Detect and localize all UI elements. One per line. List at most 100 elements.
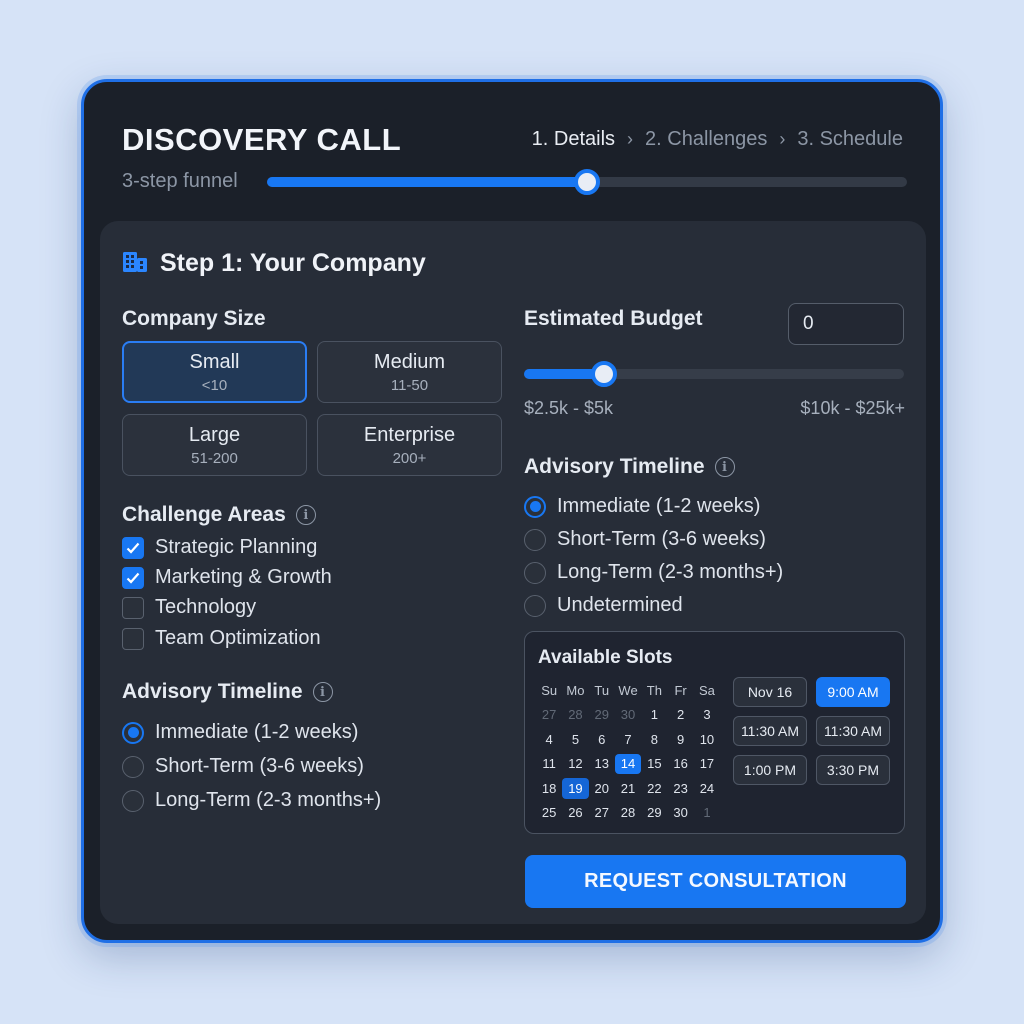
calendar-day[interactable]: 11	[536, 754, 562, 775]
size-option-medium[interactable]: Medium 11-50	[317, 341, 502, 403]
calendar-day[interactable]: 9	[667, 729, 693, 750]
radio-long-term[interactable]: Long-Term (2-3 months+)	[122, 789, 381, 812]
discovery-call-card: DISCOVERY CALL 3-step funnel 1. Details …	[81, 79, 943, 943]
checkbox-checked[interactable]	[122, 536, 144, 559]
calendar-day[interactable]: 17	[694, 754, 720, 775]
available-slots-title: Available Slots	[538, 647, 673, 668]
radio-selected[interactable]	[122, 721, 144, 744]
calendar-day[interactable]: 8	[641, 729, 667, 750]
budget-input[interactable]	[788, 303, 904, 345]
slot-time-button[interactable]: 11:30 AM	[816, 716, 890, 746]
calendar-day[interactable]: 30	[615, 705, 641, 726]
advisory-timeline-label: Advisory Timeline i	[524, 455, 735, 479]
radio-label: Immediate (1-2 weeks)	[557, 495, 761, 517]
slot-time-button[interactable]: 9:00 AM	[816, 677, 890, 707]
calendar-day[interactable]: 24	[694, 778, 720, 799]
calendar-day[interactable]: 16	[667, 754, 693, 775]
slot-date-button[interactable]: Nov 16	[733, 677, 807, 707]
company-size-label: Company Size	[122, 307, 266, 331]
advisory-timeline-label-text: Advisory Timeline	[122, 680, 303, 703]
weekday-header: Fr	[674, 682, 687, 698]
checkbox-unchecked[interactable]	[122, 627, 144, 650]
checkbox-label: Strategic Planning	[155, 536, 318, 558]
calendar-day[interactable]: 13	[589, 754, 615, 775]
calendar-day[interactable]: 7	[615, 729, 641, 750]
calendar-day[interactable]: 27	[589, 803, 615, 824]
step-breadcrumb: 1. Details › 2. Challenges › 3. Schedule	[532, 128, 903, 151]
size-option-range: 11-50	[390, 376, 429, 394]
calendar-day[interactable]: 6	[589, 729, 615, 750]
checkbox-team-optimization[interactable]: Team Optimization	[122, 627, 321, 650]
calendar-day[interactable]: 26	[562, 803, 588, 824]
budget-slider[interactable]	[524, 361, 904, 387]
calendar-day[interactable]: 29	[589, 705, 615, 726]
size-option-large[interactable]: Large 51-200	[122, 414, 307, 476]
panel-header: Step 1: Your Company	[122, 249, 426, 278]
radio-unselected[interactable]	[524, 528, 546, 551]
calendar-day[interactable]: 20	[589, 778, 615, 799]
calendar-day[interactable]: 28	[562, 705, 588, 726]
size-option-enterprise[interactable]: Enterprise 200+	[317, 414, 502, 476]
calendar-day[interactable]: 5	[562, 729, 588, 750]
slot-time-button[interactable]: 3:30 PM	[816, 755, 890, 785]
calendar-day[interactable]: 1	[694, 803, 720, 824]
calendar-day[interactable]: 4	[536, 729, 562, 750]
page-title: DISCOVERY CALL	[122, 122, 402, 157]
weekday-header: Su	[541, 682, 558, 698]
calendar-day[interactable]: 2	[667, 705, 693, 726]
radio-short-term[interactable]: Short-Term (3-6 weeks)	[122, 755, 364, 778]
step-challenges[interactable]: 2. Challenges	[645, 128, 767, 151]
slot-time-button[interactable]: 11:30 AM	[733, 716, 807, 746]
size-option-range: 51-200	[191, 449, 238, 467]
progress-handle[interactable]	[574, 169, 600, 195]
calendar-day[interactable]: 19	[562, 778, 589, 799]
request-consultation-button[interactable]: REQUEST CONSULTATION	[525, 855, 906, 908]
progress-fill	[267, 177, 587, 187]
info-icon[interactable]: i	[714, 457, 735, 477]
calendar-day[interactable]: 14	[614, 753, 642, 774]
radio-selected[interactable]	[524, 495, 546, 518]
calendar-grid: Su Mo Tu We Th Fr Sa 27 28 29 30 1 2 3 4 5 6 7 8 9 10 11 12 13 1…	[536, 680, 722, 823]
info-icon[interactable]: i	[312, 682, 333, 702]
step-schedule[interactable]: 3. Schedule	[797, 128, 903, 151]
calendar-day[interactable]: 18	[536, 778, 562, 799]
radio-unselected[interactable]	[524, 561, 546, 584]
calendar-day[interactable]: 25	[536, 803, 562, 824]
calendar-day[interactable]: 27	[536, 705, 562, 726]
radio-immediate[interactable]: Immediate (1-2 weeks)	[122, 721, 358, 744]
radio-long-term[interactable]: Long-Term (2-3 months+)	[524, 561, 783, 584]
checkbox-technology[interactable]: Technology	[122, 596, 256, 619]
calendar-day[interactable]: 28	[615, 803, 641, 824]
checkbox-checked[interactable]	[122, 566, 144, 589]
calendar-day[interactable]: 21	[615, 778, 641, 799]
info-icon[interactable]: i	[295, 505, 316, 525]
checkbox-unchecked[interactable]	[122, 596, 144, 619]
checkbox-strategic-planning[interactable]: Strategic Planning	[122, 536, 317, 559]
calendar: Su Mo Tu We Th Fr Sa 27 28 29 30 1 2 3 4 5 6 7 8 9 10 11 12 13 1…	[536, 680, 722, 823]
radio-short-term[interactable]: Short-Term (3-6 weeks)	[524, 528, 766, 551]
radio-unselected[interactable]	[122, 755, 144, 778]
calendar-day[interactable]: 30	[667, 803, 693, 824]
calendar-day[interactable]: 15	[641, 754, 667, 775]
checkbox-label: Team Optimization	[155, 627, 321, 649]
checkbox-marketing-growth[interactable]: Marketing & Growth	[122, 566, 332, 589]
calendar-day[interactable]: 10	[694, 729, 720, 750]
radio-unselected[interactable]	[122, 789, 144, 812]
radio-immediate[interactable]: Immediate (1-2 weeks)	[524, 495, 760, 518]
calendar-day[interactable]: 12	[562, 754, 588, 775]
slot-time-button[interactable]: 1:00 PM	[733, 755, 807, 785]
size-option-name: Medium	[373, 350, 446, 373]
calendar-day[interactable]: 22	[641, 778, 667, 799]
radio-undetermined[interactable]: Undetermined	[524, 594, 683, 617]
calendar-day[interactable]: 1	[641, 705, 667, 726]
radio-unselected[interactable]	[524, 594, 546, 617]
calendar-day[interactable]: 3	[694, 705, 720, 726]
size-option-name: Small	[189, 350, 240, 373]
calendar-day[interactable]: 29	[641, 803, 667, 824]
size-option-small[interactable]: Small <10	[122, 341, 307, 403]
step-details[interactable]: 1. Details	[532, 128, 615, 151]
budget-min-label: $2.5k - $5k	[524, 398, 614, 418]
calendar-day[interactable]: 23	[667, 778, 693, 799]
budget-slider-handle[interactable]	[590, 361, 617, 387]
weekday-header: Th	[646, 682, 662, 698]
